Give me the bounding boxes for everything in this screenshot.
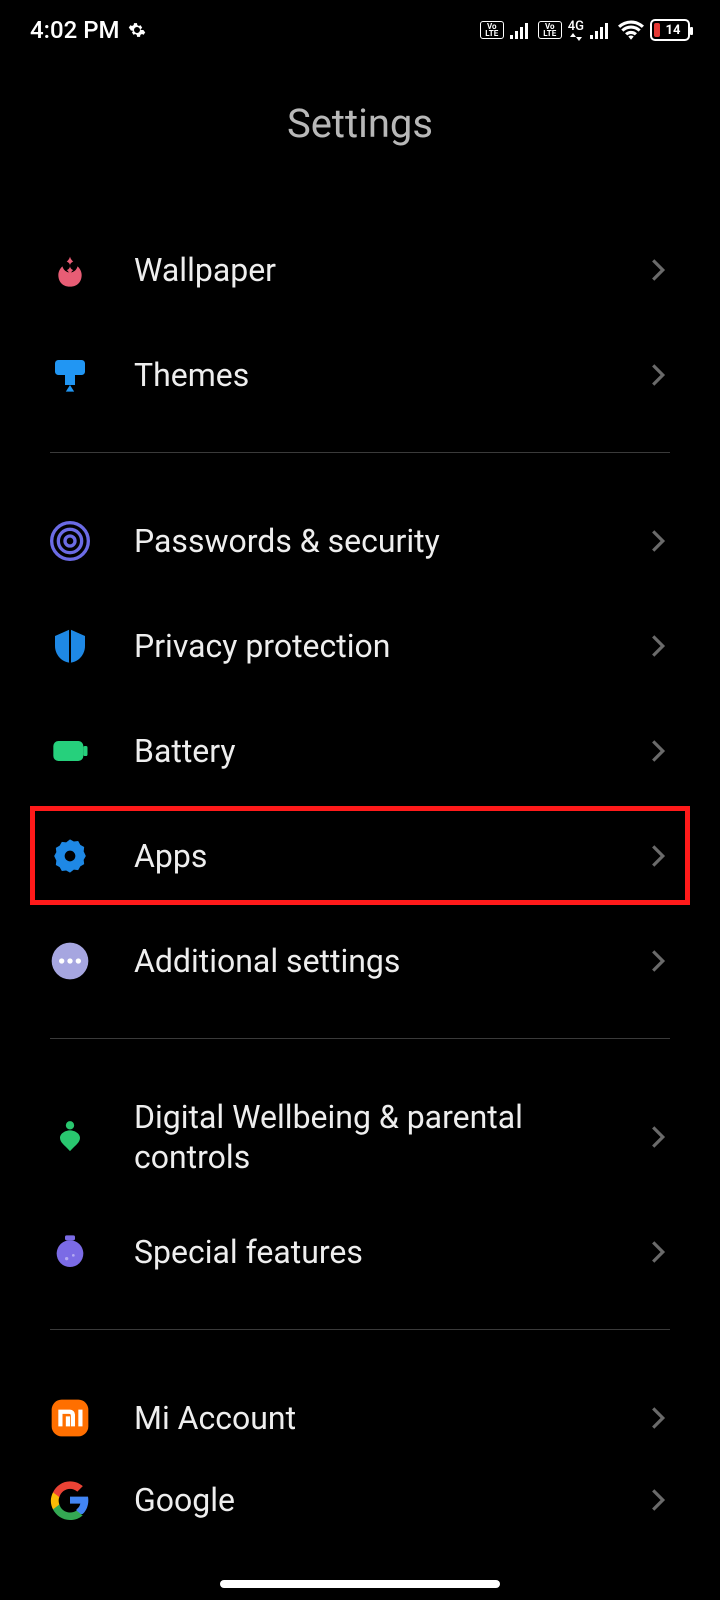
chevron-right-icon [650,738,670,764]
divider [50,452,670,453]
label-miaccount: Mi Account [134,1398,650,1438]
label-google: Google [134,1480,650,1520]
label-wallpaper: Wallpaper [134,250,650,290]
fingerprint-icon [50,521,90,561]
status-bar: 4:02 PM VoLTE VoLTE 4G 14 [0,0,720,60]
home-indicator[interactable] [220,1580,500,1588]
flask-icon [50,1232,90,1272]
clock: 4:02 PM [30,16,120,44]
settings-indicator-icon [128,21,146,39]
settings-row-battery[interactable]: Battery [50,698,670,803]
settings-row-wellbeing[interactable]: Digital Wellbeing & parental controls [50,1074,670,1199]
shield-icon [50,626,90,666]
mi-logo-icon [50,1398,90,1438]
settings-row-apps[interactable]: Apps [50,803,670,908]
settings-row-passwords[interactable]: Passwords & security [50,488,670,593]
label-wellbeing: Digital Wellbeing & parental controls [134,1097,650,1177]
chevron-right-icon [650,633,670,659]
settings-list: Wallpaper Themes Passwords & security Pr… [0,217,720,1530]
brush-icon [50,355,90,395]
settings-row-miaccount[interactable]: Mi Account [50,1365,670,1470]
chevron-right-icon [650,1487,670,1513]
label-privacy: Privacy protection [134,626,650,666]
gear-icon [50,836,90,876]
chevron-right-icon [650,1405,670,1431]
label-themes: Themes [134,355,650,395]
signal-bars-icon [590,21,612,39]
flower-icon [50,250,90,290]
settings-row-additional[interactable]: Additional settings [50,908,670,1013]
chevron-right-icon [650,257,670,283]
chevron-right-icon [650,362,670,388]
signal-bars-icon [510,21,532,39]
settings-row-privacy[interactable]: Privacy protection [50,593,670,698]
chevron-right-icon [650,948,670,974]
settings-row-special[interactable]: Special features [50,1199,670,1304]
label-passwords: Passwords & security [134,521,650,561]
more-icon [50,941,90,981]
status-left: 4:02 PM [30,16,146,44]
network-type-label: 4G [568,20,584,33]
label-apps: Apps [134,836,650,876]
wifi-icon [618,20,644,40]
chevron-right-icon [650,843,670,869]
divider [50,1329,670,1330]
google-logo-icon [50,1480,90,1520]
chevron-right-icon [650,528,670,554]
chevron-right-icon [650,1239,670,1265]
label-additional: Additional settings [134,941,650,981]
data-arrows-icon [570,33,582,41]
settings-row-google[interactable]: Google [50,1470,670,1530]
volte-badge-icon: VoLTE [538,21,562,39]
status-right: VoLTE VoLTE 4G 14 [480,19,690,41]
chevron-right-icon [650,1124,670,1150]
settings-row-wallpaper[interactable]: Wallpaper [50,217,670,322]
label-battery: Battery [134,731,650,771]
volte-badge-icon: VoLTE [480,21,504,39]
battery-icon: 14 [650,19,690,41]
label-special: Special features [134,1232,650,1272]
battery-icon [50,731,90,771]
battery-percent: 14 [666,23,681,38]
person-heart-icon [50,1117,90,1157]
page-title: Settings [0,100,720,147]
settings-row-themes[interactable]: Themes [50,322,670,427]
divider [50,1038,670,1039]
